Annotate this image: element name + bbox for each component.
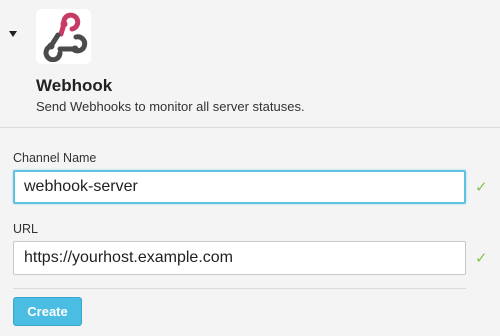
- integration-title: Webhook: [36, 76, 113, 95]
- divider: [0, 127, 500, 128]
- url-input[interactable]: [13, 241, 466, 275]
- checkmark-icon: ✓: [475, 249, 488, 267]
- create-button[interactable]: Create: [13, 297, 82, 326]
- checkmark-icon: ✓: [475, 178, 488, 196]
- divider: [13, 288, 466, 289]
- webhook-logo: [36, 9, 91, 64]
- channel-name-label: Channel Name: [13, 151, 97, 165]
- channel-name-input[interactable]: [13, 170, 466, 204]
- caret-down-icon[interactable]: [9, 31, 17, 37]
- integration-description: Send Webhooks to monitor all server stat…: [36, 99, 305, 114]
- url-label: URL: [13, 222, 39, 236]
- webhook-icon: [43, 12, 87, 62]
- webhook-integration-panel: Webhook Send Webhooks to monitor all ser…: [0, 0, 500, 336]
